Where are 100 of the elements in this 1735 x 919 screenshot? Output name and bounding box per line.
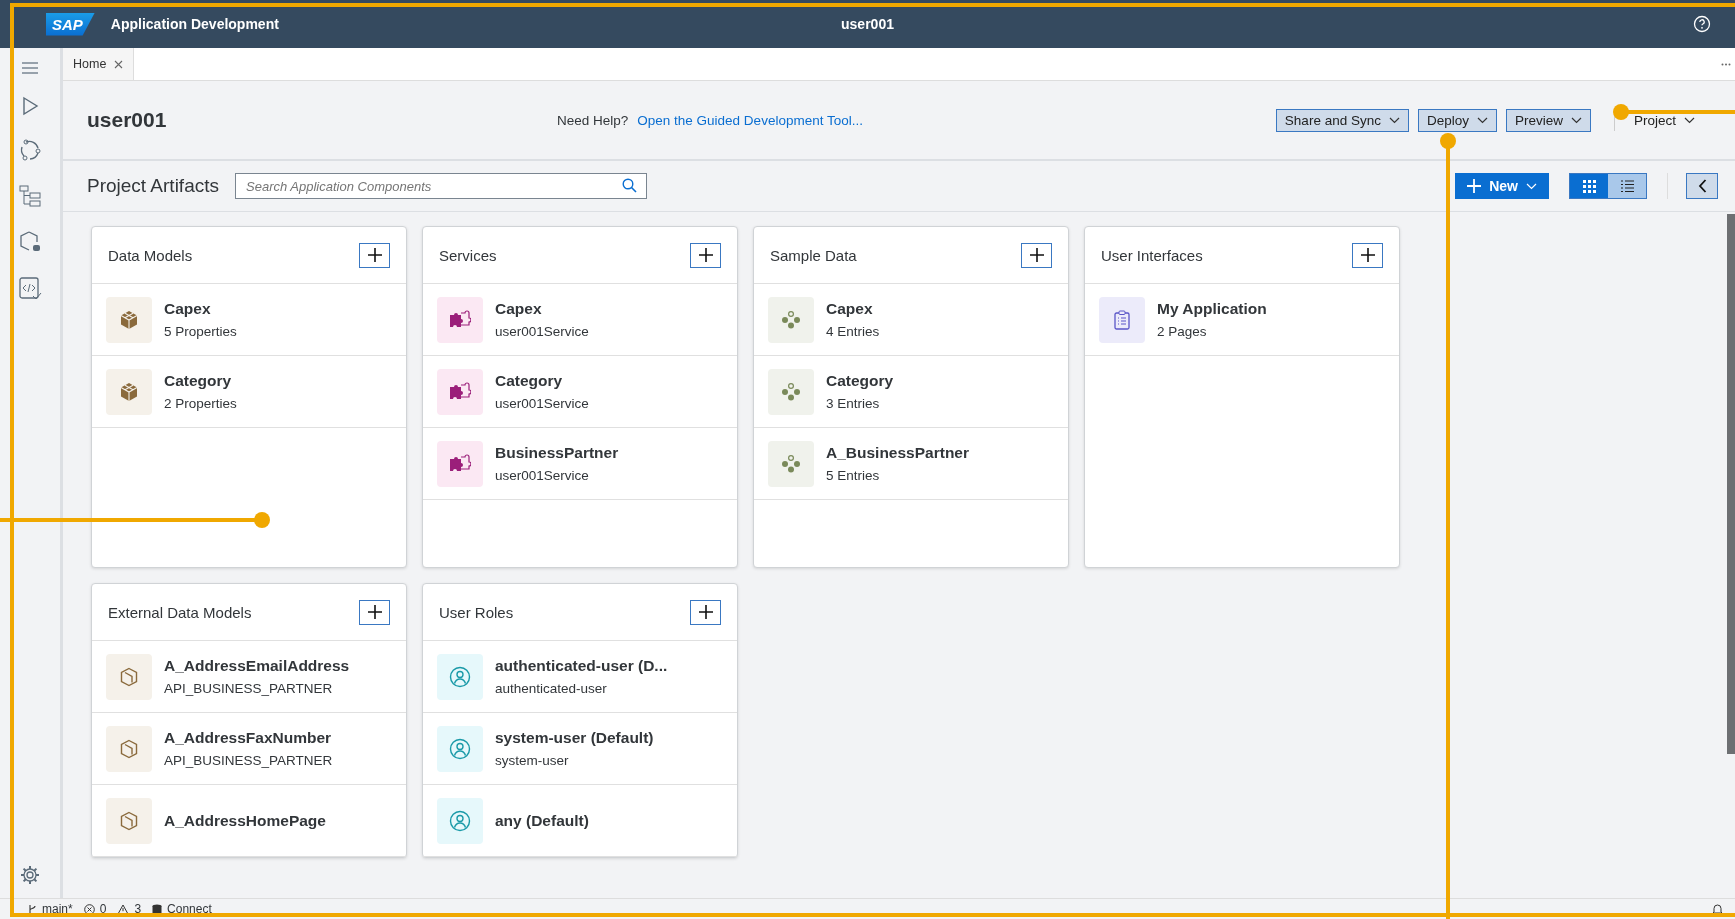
box-icon	[119, 810, 139, 831]
close-icon[interactable]	[114, 59, 124, 69]
item-name: BusinessPartner	[495, 444, 619, 462]
item-detail: user001Service	[495, 396, 589, 411]
search-field[interactable]: Search Application Components	[235, 173, 647, 199]
artifact-item[interactable]: A_BusinessPartner 5 Entries	[754, 428, 1068, 500]
user-icon	[449, 737, 471, 760]
user-icon	[449, 665, 471, 688]
dots-icon	[781, 454, 801, 473]
artifact-item[interactable]: Category 2 Properties	[92, 356, 406, 428]
plus-icon	[698, 605, 713, 619]
artifact-item[interactable]: A_AddressFaxNumber API_BUSINESS_PARTNER	[92, 713, 406, 785]
item-detail: system-user	[495, 753, 570, 768]
user-icon	[449, 809, 471, 832]
caret-icon	[1684, 116, 1695, 124]
help-label: Need Help?	[557, 112, 629, 128]
dots-icon	[781, 310, 801, 329]
artifact-item[interactable]: authenticated-user (D... authenticated-user	[423, 641, 737, 713]
grid-view-button[interactable]	[1570, 174, 1608, 198]
add-button[interactable]	[1352, 242, 1383, 268]
plus-icon	[1467, 179, 1482, 193]
artifact-item[interactable]: Capex 4 Entries	[754, 284, 1068, 356]
menu-button[interactable]: Preview	[1505, 108, 1591, 132]
puzzle-icon	[449, 381, 471, 402]
artifact-item[interactable]: Category user001Service	[423, 356, 737, 428]
tree-icon[interactable]	[18, 184, 42, 208]
cycle-icon[interactable]	[18, 138, 42, 162]
list-icon	[1620, 179, 1634, 193]
item-name: Category	[826, 372, 894, 390]
database-icon	[152, 903, 163, 915]
help-icon[interactable]	[1693, 15, 1711, 33]
scrollbar[interactable]	[1727, 214, 1735, 754]
chevron-left-icon	[1697, 179, 1707, 193]
item-detail: 2 Pages	[1157, 324, 1208, 339]
item-name: authenticated-user (D...	[495, 657, 668, 675]
bell-icon[interactable]	[1712, 903, 1723, 915]
item-detail: user001Service	[495, 324, 589, 339]
more-icon[interactable]	[1721, 62, 1731, 66]
add-button[interactable]	[359, 242, 390, 268]
artifact-item[interactable]: BusinessPartner user001Service	[423, 428, 737, 500]
item-name: Capex	[826, 300, 874, 318]
artifact-item[interactable]: A_AddressEmailAddress API_BUSINESS_PARTNER	[92, 641, 406, 713]
error-icon	[83, 903, 95, 915]
add-button[interactable]	[1021, 242, 1052, 268]
clipboard-icon	[1114, 309, 1130, 330]
caret-icon	[1526, 182, 1537, 190]
item-detail: API_BUSINESS_PARTNER	[164, 681, 334, 696]
cube-plug-icon[interactable]	[18, 230, 42, 254]
plus-icon	[1029, 248, 1044, 262]
add-button[interactable]	[359, 599, 390, 625]
item-name: any (Default)	[495, 811, 589, 830]
warning-count[interactable]: 3	[134, 902, 142, 916]
artifact-item[interactable]: system-user (Default) system-user	[423, 713, 737, 785]
artifact-item[interactable]: A_AddressHomePage	[92, 785, 406, 857]
item-name: A_AddressHomePage	[164, 811, 326, 830]
settings-icon[interactable]	[19, 864, 41, 886]
item-detail: 4 Entries	[826, 324, 880, 339]
caret-icon	[1388, 116, 1400, 124]
section-title: Project Artifacts	[87, 175, 219, 197]
puzzle-icon	[449, 309, 471, 330]
item-detail: 2 Properties	[164, 396, 237, 411]
connection-status[interactable]: Connect	[167, 902, 212, 916]
logo: SAP	[46, 12, 95, 36]
guided-development-link[interactable]: Open the Guided Development Tool...	[637, 112, 863, 128]
menu-button[interactable]: Deploy	[1417, 108, 1497, 132]
item-detail: 5 Properties	[164, 324, 237, 339]
card-title: User Interfaces	[1101, 246, 1203, 264]
error-count[interactable]: 0	[99, 902, 107, 916]
item-name: system-user (Default)	[495, 729, 654, 747]
plus-icon	[1360, 248, 1375, 262]
app-title: Application Development	[110, 16, 279, 32]
item-detail: API_BUSINESS_PARTNER	[164, 753, 333, 768]
add-button[interactable]	[690, 242, 721, 268]
new-button[interactable]: New	[1455, 173, 1549, 199]
play-icon[interactable]	[20, 96, 40, 116]
artifact-item[interactable]: Category 3 Entries	[754, 356, 1068, 428]
branch-icon[interactable]	[28, 903, 37, 915]
editor-tab[interactable]: Home	[63, 48, 135, 80]
artifact-item[interactable]: Capex 5 Properties	[92, 284, 406, 356]
card-title: User Roles	[439, 603, 514, 621]
puzzle-icon	[449, 453, 471, 474]
plus-icon	[367, 248, 382, 262]
item-detail: user001Service	[495, 468, 590, 483]
item-detail: 5 Entries	[826, 468, 881, 483]
artifact-item[interactable]: My Application 2 Pages	[1085, 284, 1399, 356]
collapse-button[interactable]	[1686, 173, 1718, 199]
item-name: A_AddressFaxNumber	[164, 729, 333, 747]
item-detail: 3 Entries	[826, 396, 881, 411]
caret-icon	[1570, 116, 1582, 124]
artifact-item[interactable]: any (Default)	[423, 785, 737, 857]
add-button[interactable]	[690, 599, 721, 625]
list-view-button[interactable]	[1608, 174, 1646, 198]
artifact-item[interactable]: Capex user001Service	[423, 284, 737, 356]
plus-icon	[367, 605, 382, 619]
item-detail: authenticated-user	[495, 681, 608, 696]
box-icon	[119, 666, 139, 687]
code-check-icon[interactable]	[18, 276, 42, 300]
item-name: Category	[164, 372, 233, 390]
menu-button[interactable]: Share and Sync	[1275, 108, 1409, 132]
branch-name[interactable]: main*	[42, 902, 73, 916]
